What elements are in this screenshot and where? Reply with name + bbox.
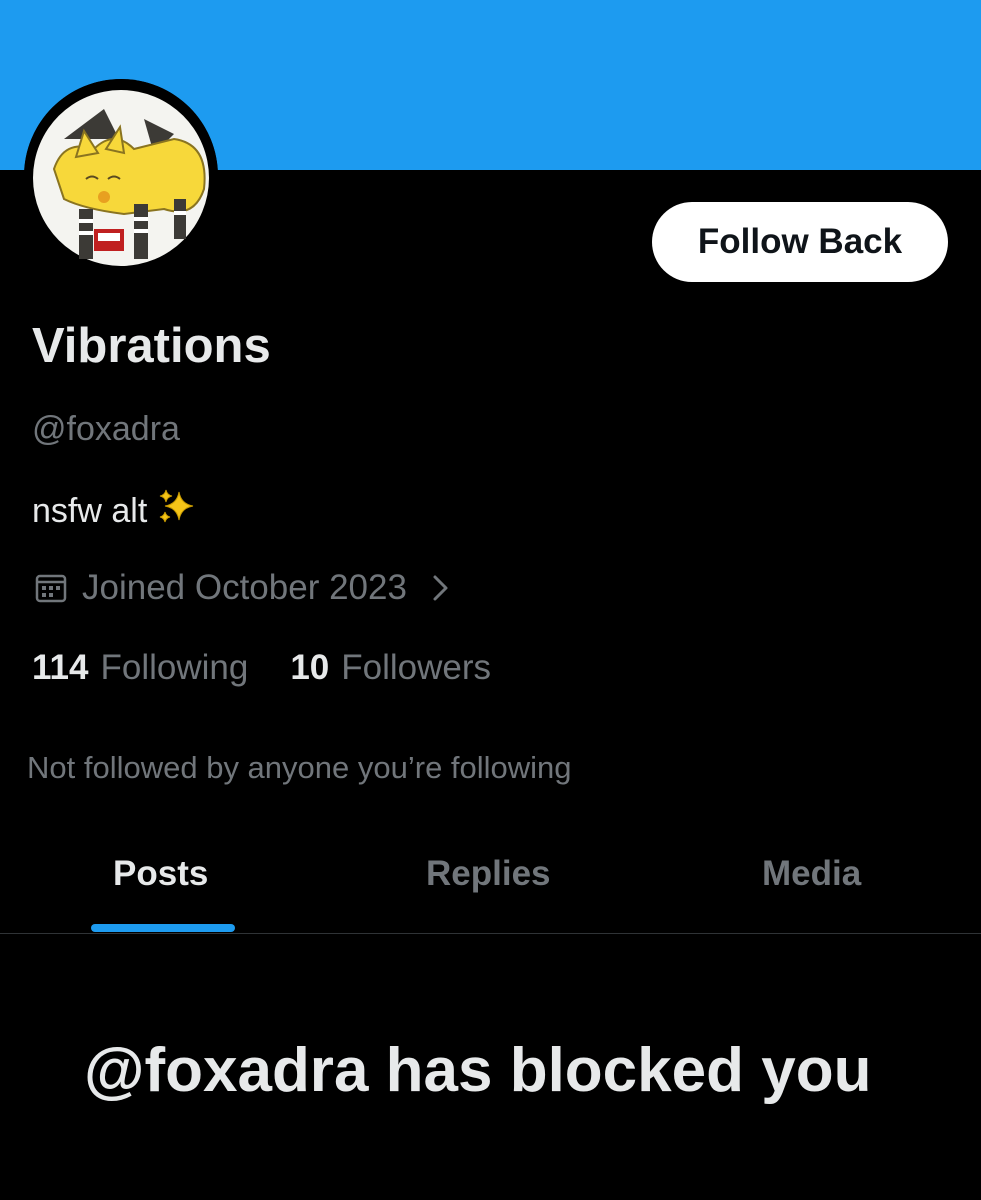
followers-link[interactable]: 10 Followers (290, 648, 491, 688)
calendar-icon (35, 574, 67, 603)
following-count: 114 (32, 648, 89, 687)
avatar[interactable] (24, 79, 218, 273)
followers-count: 10 (290, 648, 330, 687)
avatar-image (24, 79, 218, 273)
active-tab-indicator (91, 924, 235, 932)
sparkles-icon (157, 488, 197, 535)
follow-stats: 114 Following 10 Followers (32, 648, 491, 688)
profile-handle: @foxadra (32, 410, 180, 448)
followers-label: Followers (341, 648, 492, 687)
chevron-right-icon (433, 575, 448, 601)
profile-tabs: Posts Replies Media (0, 820, 981, 934)
bio-text: nsfw alt (32, 492, 148, 530)
blocked-message: @foxadra has blocked you (84, 1036, 872, 1105)
tab-media[interactable]: Media (762, 854, 861, 894)
joined-date-text: Joined October 2023 (82, 568, 407, 607)
profile-display-name: Vibrations (32, 319, 271, 373)
following-link[interactable]: 114 Following (32, 648, 248, 688)
follow-back-button[interactable]: Follow Back (652, 202, 948, 282)
mutual-followers-note: Not followed by anyone you’re following (27, 750, 572, 785)
following-label: Following (100, 648, 249, 687)
joined-date-row[interactable]: Joined October 2023 (34, 568, 451, 608)
tab-posts[interactable]: Posts (113, 854, 208, 894)
profile-bio: nsfw alt (32, 488, 197, 535)
tab-replies[interactable]: Replies (426, 854, 551, 894)
